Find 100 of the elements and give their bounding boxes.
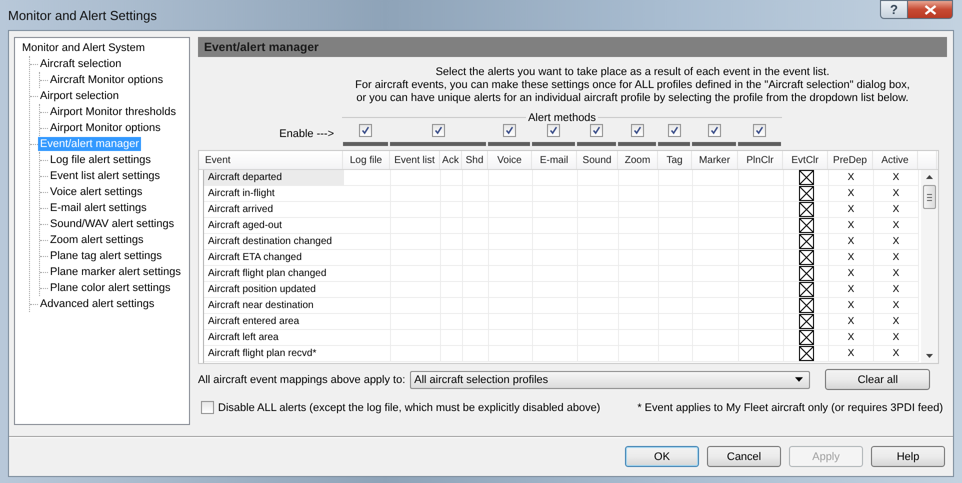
tree-item[interactable]: Zoom alert settings — [48, 233, 146, 247]
crossed-box-icon[interactable] — [798, 346, 814, 361]
tree-item[interactable]: Log file alert settings — [48, 153, 153, 167]
tree-item[interactable]: Plane marker alert settings — [48, 265, 183, 279]
crossed-box-icon[interactable] — [798, 266, 814, 281]
table-cell[interactable] — [391, 346, 441, 362]
tree-item[interactable]: Event list alert settings — [48, 169, 162, 183]
checkbox[interactable] — [547, 124, 560, 137]
event-cell[interactable]: Aircraft flight plan changed — [204, 266, 344, 282]
profile-dropdown[interactable]: All aircraft selection profiles — [410, 370, 810, 388]
tree-item[interactable]: Aircraft selection — [38, 57, 124, 71]
checkbox[interactable] — [708, 124, 720, 137]
event-cell[interactable]: Aircraft ETA changed — [204, 250, 344, 266]
checkbox[interactable] — [753, 124, 766, 137]
event-cell[interactable]: Aircraft destination changed — [204, 234, 344, 250]
tree-item[interactable]: Voice alert settings — [48, 185, 144, 199]
tree-item[interactable]: Sound/WAV alert settings — [48, 217, 176, 231]
table-cell[interactable] — [578, 170, 619, 186]
tree-item[interactable]: Airport selection — [38, 89, 121, 103]
table-cell[interactable] — [619, 346, 659, 362]
tree-item[interactable]: Advanced alert settings — [38, 297, 156, 311]
checkbox-label[interactable]: Disable ALL alerts (except the log file, which must be explicitly disabled above) — [218, 402, 600, 414]
table-cell[interactable] — [344, 346, 391, 362]
column-header[interactable]: Sound — [577, 151, 618, 169]
table-cell[interactable] — [489, 170, 533, 186]
column-header[interactable]: EvtClr — [783, 151, 828, 169]
tree-item[interactable]: Plane color alert settings — [48, 281, 172, 295]
table-cell[interactable] — [739, 346, 784, 362]
instruction-text: or you can have unique alerts for an individual aircraft profile by selecting the profile from the dropdown list below. — [356, 92, 909, 105]
table-cell[interactable] — [344, 170, 391, 186]
column-header[interactable]: Event list — [390, 151, 440, 169]
table-cell[interactable] — [489, 346, 533, 362]
close-button[interactable] — [908, 0, 953, 19]
column-header[interactable]: Marker — [692, 151, 738, 169]
crossed-box-icon[interactable] — [798, 250, 814, 265]
column-header[interactable]: PreDep — [828, 151, 873, 169]
table-cell[interactable] — [578, 346, 619, 362]
checkbox[interactable] — [359, 124, 372, 137]
event-cell[interactable]: Aircraft left area — [204, 330, 344, 346]
table-cell[interactable] — [441, 346, 463, 362]
crossed-box-icon[interactable] — [798, 234, 814, 249]
dialog-button[interactable]: Help — [871, 446, 945, 467]
table-cell[interactable] — [533, 170, 578, 186]
scroll-down-icon[interactable] — [926, 354, 933, 358]
crossed-box-icon[interactable] — [798, 202, 814, 217]
event-cell[interactable]: Aircraft flight plan recvd* — [204, 346, 344, 362]
table-cell[interactable] — [739, 170, 784, 186]
scrollbar[interactable] — [921, 170, 938, 363]
crossed-box-icon[interactable] — [798, 314, 814, 329]
column-header[interactable]: Active — [873, 151, 918, 169]
table-cell[interactable] — [619, 170, 659, 186]
column-header[interactable]: Tag — [658, 151, 692, 169]
tree-item[interactable]: Airport Monitor options — [48, 121, 163, 135]
event-cell[interactable]: Aircraft entered area — [204, 314, 344, 330]
event-cell[interactable]: Aircraft position updated — [204, 282, 344, 298]
checkbox[interactable] — [590, 124, 603, 137]
scroll-up-icon[interactable] — [926, 175, 933, 179]
crossed-box-icon[interactable] — [798, 218, 814, 233]
column-header[interactable]: Voice — [488, 151, 532, 169]
table-cell[interactable] — [693, 346, 739, 362]
crossed-box-icon[interactable] — [798, 282, 814, 297]
help-button[interactable]: ? — [880, 0, 908, 19]
tree-item[interactable]: Airport Monitor thresholds — [48, 105, 178, 119]
column-header[interactable]: Zoom — [618, 151, 658, 169]
table-cell[interactable] — [463, 346, 489, 362]
table-cell[interactable] — [391, 170, 441, 186]
column-header[interactable]: Shd — [462, 151, 488, 169]
event-cell[interactable]: Aircraft in-flight — [204, 186, 344, 202]
table-cell[interactable] — [533, 346, 578, 362]
event-cell[interactable]: Aircraft aged-out — [204, 218, 344, 234]
dialog-button[interactable]: OK — [625, 446, 699, 467]
column-header[interactable]: PlnClr — [738, 151, 783, 169]
table-cell[interactable] — [441, 170, 463, 186]
table-cell[interactable] — [463, 170, 489, 186]
column-header[interactable]: Event — [199, 151, 343, 169]
tree-item[interactable]: Aircraft Monitor options — [48, 73, 166, 87]
crossed-box-icon[interactable] — [798, 298, 814, 313]
crossed-box-icon[interactable] — [798, 170, 814, 185]
event-cell[interactable]: Aircraft arrived — [204, 202, 344, 218]
checkbox[interactable] — [668, 124, 680, 137]
tree-item[interactable]: Plane tag alert settings — [48, 249, 164, 263]
tree-item[interactable]: Monitor and Alert System — [20, 41, 147, 55]
checkbox[interactable] — [432, 124, 444, 137]
dialog-button[interactable]: Cancel — [707, 446, 781, 467]
event-cell[interactable]: Aircraft departed — [204, 170, 344, 186]
checkbox[interactable] — [201, 401, 214, 414]
column-header[interactable]: Ack — [440, 151, 462, 169]
table-cell[interactable] — [659, 170, 693, 186]
crossed-box-icon[interactable] — [798, 330, 814, 345]
column-header[interactable]: E-mail — [532, 151, 577, 169]
crossed-box-icon[interactable] — [798, 186, 814, 201]
table-cell[interactable] — [693, 170, 739, 186]
tree-item[interactable]: E-mail alert settings — [48, 201, 149, 215]
table-cell[interactable] — [659, 346, 693, 362]
clear-all-button[interactable]: Clear all — [825, 369, 930, 390]
checkbox[interactable] — [502, 124, 516, 137]
scroll-thumb[interactable] — [923, 185, 936, 209]
event-cell[interactable]: Aircraft near destination — [204, 298, 344, 314]
column-header[interactable]: Log file — [343, 151, 390, 169]
checkbox[interactable] — [630, 124, 644, 137]
